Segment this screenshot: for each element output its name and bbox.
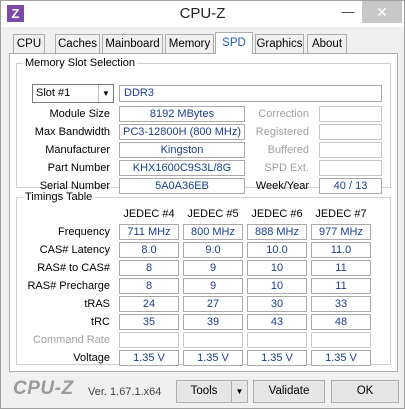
max-bandwidth-value: PC3-12800H (800 MHz)	[119, 124, 245, 140]
spd-page: Memory Slot Selection Slot #1 ▼ DDR3 Mod…	[9, 53, 398, 372]
timing-cell: 48	[311, 314, 371, 330]
buffered-label: Buffered	[267, 144, 309, 156]
timing-cell: 1.35 V	[119, 350, 179, 366]
timing-cell: 800 MHz	[183, 224, 243, 240]
cpu-z-window: Z CPU-Z — ✕ CPU Caches Mainboard Memory …	[0, 0, 405, 409]
timing-cell: 10	[247, 260, 307, 276]
tab-caches[interactable]: Caches	[55, 34, 100, 54]
timings-group: Timings Table JEDEC #4 JEDEC #5 JEDEC #6…	[16, 190, 391, 366]
timing-cell: 33	[311, 296, 371, 312]
timings-group-title: Timings Table	[23, 190, 95, 204]
timing-cell: 24	[119, 296, 179, 312]
timing-cell: 11	[311, 278, 371, 294]
tab-graphics[interactable]: Graphics	[255, 34, 304, 54]
part-number-value: KHX1600C9S3L/8G	[119, 160, 245, 176]
timing-cell: 35	[119, 314, 179, 330]
timing-cell: 10	[247, 278, 307, 294]
minimize-button[interactable]: —	[334, 1, 362, 23]
timing-cell: 1.35 V	[311, 350, 371, 366]
week-year-value: 40 / 13	[319, 178, 382, 194]
serial-number-value: 5A0A36EB	[119, 178, 245, 194]
close-button[interactable]: ✕	[362, 1, 402, 23]
module-size-value: 8192 MBytes	[119, 106, 245, 122]
manufacturer-label: Manufacturer	[45, 144, 110, 156]
spd-ext-value	[319, 160, 382, 176]
tools-button[interactable]: Tools	[176, 380, 232, 403]
timing-cell	[119, 332, 179, 348]
timing-cell: 8	[119, 260, 179, 276]
footer-bar: CPU-Z Ver. 1.67.1.x64 Tools ▼ Validate O…	[1, 373, 404, 409]
correction-value	[319, 106, 382, 122]
timing-cell: 977 MHz	[311, 224, 371, 240]
chevron-down-icon[interactable]: ▼	[98, 85, 113, 102]
timing-cell: 711 MHz	[119, 224, 179, 240]
timing-cell: 43	[247, 314, 307, 330]
max-bandwidth-label: Max Bandwidth	[34, 126, 110, 138]
cas-latency-label: CAS# Latency	[39, 244, 110, 256]
module-size-label: Module Size	[49, 108, 110, 120]
tab-spd[interactable]: SPD	[215, 32, 253, 54]
timing-cell: 1.35 V	[183, 350, 243, 366]
ok-button[interactable]: OK	[331, 380, 399, 403]
slot-select-value: Slot #1	[36, 87, 71, 99]
timing-cell: 27	[183, 296, 243, 312]
trc-label: tRC	[91, 316, 110, 328]
cpu-z-logo: CPU-Z	[13, 378, 74, 399]
correction-label: Correction	[258, 108, 309, 120]
title-bar: Z CPU-Z — ✕	[1, 1, 404, 27]
timing-cell: 1.35 V	[247, 350, 307, 366]
memory-type-field: DDR3	[119, 85, 382, 102]
tab-cpu[interactable]: CPU	[13, 34, 45, 54]
timing-cell: 11	[311, 260, 371, 276]
ras-to-cas-label: RAS# to CAS#	[37, 262, 110, 274]
timing-cell	[247, 332, 307, 348]
chevron-down-icon[interactable]: ▼	[231, 380, 248, 403]
tab-memory[interactable]: Memory	[165, 34, 214, 54]
timings-col-header: JEDEC #4	[123, 208, 175, 220]
timing-cell: 888 MHz	[247, 224, 307, 240]
registered-label: Registered	[255, 126, 309, 138]
version-label: Ver. 1.67.1.x64	[88, 386, 162, 398]
timing-cell: 9	[183, 278, 243, 294]
timing-cell: 9.0	[183, 242, 243, 258]
registered-value	[319, 124, 382, 140]
timing-cell: 39	[183, 314, 243, 330]
memory-slot-group-title: Memory Slot Selection	[23, 56, 138, 70]
validate-button[interactable]: Validate	[253, 380, 325, 403]
tab-mainboard[interactable]: Mainboard	[102, 34, 163, 54]
frequency-label: Frequency	[58, 226, 110, 238]
tras-label: tRAS	[84, 298, 110, 310]
tab-about[interactable]: About	[307, 34, 347, 54]
spd-ext-label: SPD Ext.	[264, 162, 309, 174]
manufacturer-value: Kingston	[119, 142, 245, 158]
command-rate-label: Command Rate	[32, 334, 110, 346]
ras-precharge-label: RAS# Precharge	[27, 280, 110, 292]
timing-cell	[183, 332, 243, 348]
slot-select[interactable]: Slot #1 ▼	[32, 84, 114, 103]
timing-cell: 11.0	[311, 242, 371, 258]
part-number-label: Part Number	[47, 162, 110, 174]
buffered-value	[319, 142, 382, 158]
voltage-label: Voltage	[73, 352, 110, 364]
timing-cell: 8	[119, 278, 179, 294]
timings-col-header: JEDEC #7	[315, 208, 367, 220]
timings-col-header: JEDEC #6	[251, 208, 303, 220]
memory-slot-group: Memory Slot Selection Slot #1 ▼ DDR3 Mod…	[16, 56, 391, 194]
timing-cell: 9	[183, 260, 243, 276]
timing-cell: 8.0	[119, 242, 179, 258]
timing-cell: 10.0	[247, 242, 307, 258]
timings-col-header: JEDEC #5	[187, 208, 239, 220]
timing-cell	[311, 332, 371, 348]
timing-cell: 30	[247, 296, 307, 312]
week-year-label: Week/Year	[255, 180, 309, 192]
